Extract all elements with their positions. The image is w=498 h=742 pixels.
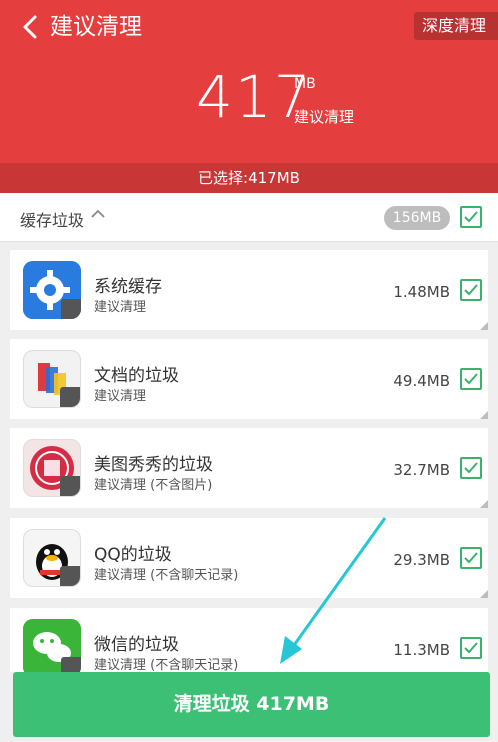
back-arrow-icon[interactable] [20,14,42,40]
item-size: 32.7MB [393,461,450,479]
item-size: 11.3MB [393,641,450,659]
item-desc: 建议清理 (不含聊天记录) [94,658,239,672]
page-title: 建议清理 [50,14,142,40]
corner-fold [480,500,488,508]
item-desc: 建议清理 [94,300,147,315]
trash-icon [61,657,81,672]
section-checkbox[interactable] [460,206,482,228]
cache-junk-section[interactable]: 缓存垃圾 156MB [0,193,498,242]
qq-icon [23,529,81,587]
selected-summary: 已选择:417MB [0,163,498,193]
item-checkbox[interactable] [460,368,482,390]
checkmark-icon [464,284,478,296]
item-size: 29.3MB [393,551,450,569]
item-desc: 建议清理 [94,389,147,404]
wechat-icon [23,619,81,672]
item-name: 文档的垃圾 [94,366,179,386]
item-size: 49.4MB [393,372,450,390]
section-label: 缓存垃圾 [20,211,85,230]
junk-item-documents[interactable]: 文档的垃圾 建议清理 49.4MB [10,339,488,419]
corner-fold [480,590,488,598]
junk-item-system-cache[interactable]: 系统缓存 建议清理 1.48MB [10,250,488,330]
trash-icon [60,387,80,407]
item-desc: 建议清理 (不含聊天记录) [94,568,239,583]
clean-junk-button[interactable]: 清理垃圾 417MB [13,672,490,737]
trash-icon [60,566,80,586]
total-size-unit: MB [294,76,316,92]
section-size-badge: 156MB [384,206,450,230]
checkmark-icon [464,552,478,564]
item-checkbox[interactable] [460,457,482,479]
chevron-up-icon[interactable] [90,206,106,222]
item-checkbox[interactable] [460,547,482,569]
junk-item-qq[interactable]: QQ的垃圾 建议清理 (不含聊天记录) 29.3MB [10,518,488,598]
item-name: QQ的垃圾 [94,545,172,565]
deep-clean-button[interactable]: 深度清理 [413,12,498,40]
corner-fold [480,322,488,330]
item-name: 美图秀秀的垃圾 [94,455,213,475]
item-desc: 建议清理 (不含图片) [94,478,213,493]
checkmark-icon [464,462,478,474]
corner-fold [480,411,488,419]
item-name: 系统缓存 [94,277,162,297]
item-checkbox[interactable] [460,637,482,659]
item-name: 微信的垃圾 [94,635,179,655]
documents-icon [23,350,81,408]
header: 建议清理 深度清理 417 MB 建议清理 已选择:417MB [0,0,498,193]
total-size-caption: 建议清理 [294,108,355,126]
trash-icon [60,476,80,496]
item-size: 1.48MB [393,283,450,301]
checkmark-icon [464,642,478,654]
system-cache-icon [23,261,81,319]
junk-item-meitu[interactable]: 美图秀秀的垃圾 建议清理 (不含图片) 32.7MB [10,428,488,508]
checkmark-icon [464,373,478,385]
meitu-icon [23,439,81,497]
junk-item-wechat[interactable]: 微信的垃圾 建议清理 (不含聊天记录) 11.3MB [10,608,488,672]
item-checkbox[interactable] [460,279,482,301]
trash-icon [61,299,81,319]
checkmark-icon [464,211,478,223]
